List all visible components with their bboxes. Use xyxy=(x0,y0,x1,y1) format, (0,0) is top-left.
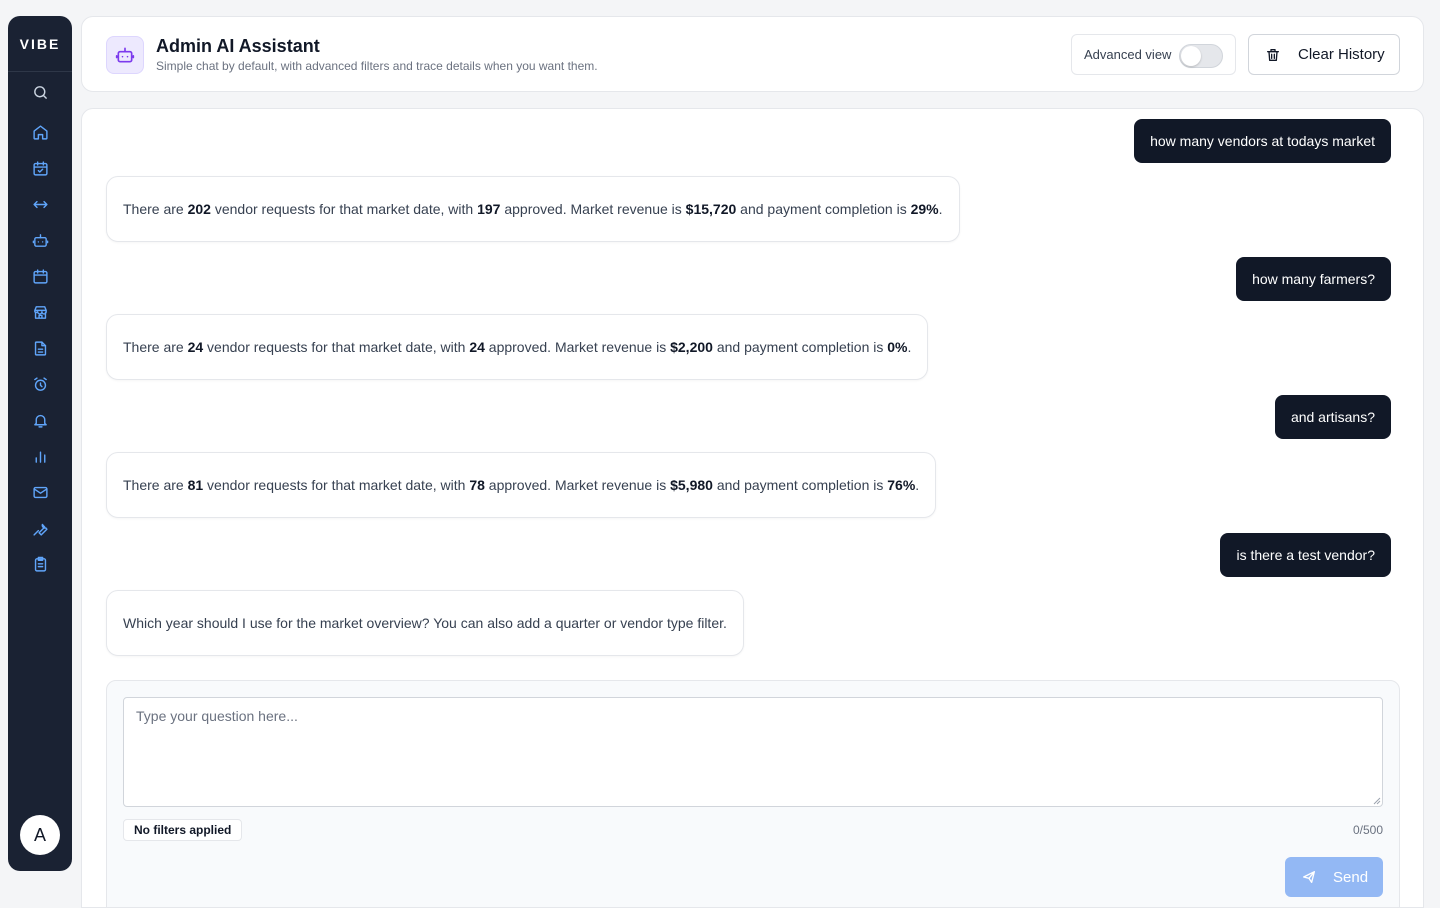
send-label: Send xyxy=(1333,868,1369,886)
character-count: 0/500 xyxy=(1352,823,1383,837)
send-button[interactable]: Send xyxy=(1285,857,1383,897)
page-subtitle: Simple chat by default, with advanced fi… xyxy=(156,59,598,73)
advanced-view-control: Advanced view xyxy=(1071,34,1236,75)
assistant-message: There are 24 vendor requests for that ma… xyxy=(106,314,929,380)
home-icon[interactable] xyxy=(20,118,60,146)
robot-icon xyxy=(106,36,144,74)
bell-icon[interactable] xyxy=(20,406,60,434)
wrench-icon[interactable] xyxy=(20,514,60,542)
resize-grip-icon[interactable] xyxy=(1373,797,1381,805)
advanced-view-label: Advanced view xyxy=(1084,47,1172,62)
filters-status-badge: No filters applied xyxy=(123,819,243,841)
user-message: is there a test vendor? xyxy=(1220,533,1391,577)
clear-history-label: Clear History xyxy=(1298,46,1385,63)
alarm-clock-icon[interactable] xyxy=(20,370,60,398)
sidebar: VIBE A xyxy=(8,16,72,871)
user-message: how many vendors at todays market xyxy=(1134,119,1391,163)
assistant-message: Which year should I use for the market o… xyxy=(106,590,744,656)
store-icon[interactable] xyxy=(20,298,60,326)
robot-icon[interactable] xyxy=(20,226,60,254)
composer: No filters applied 0/500 Send xyxy=(106,680,1400,907)
user-message: and artisans? xyxy=(1274,395,1391,439)
page-title: Admin AI Assistant xyxy=(156,36,320,56)
file-text-icon[interactable] xyxy=(20,334,60,362)
trash-icon xyxy=(1267,48,1279,61)
page-header: Admin AI Assistant Simple chat by defaul… xyxy=(81,16,1424,92)
assistant-message: There are 202 vendor requests for that m… xyxy=(106,176,960,242)
mail-icon[interactable] xyxy=(20,478,60,506)
assistant-message: There are 81 vendor requests for that ma… xyxy=(106,452,937,518)
question-input[interactable] xyxy=(123,697,1383,807)
send-icon xyxy=(1303,871,1315,883)
user-message: how many farmers? xyxy=(1236,257,1391,301)
search-icon[interactable] xyxy=(20,78,60,106)
arrows-horizontal-icon[interactable] xyxy=(20,190,60,218)
chat-panel: how many vendors at todays market There … xyxy=(81,108,1424,908)
calendar-icon[interactable] xyxy=(20,262,60,290)
avatar[interactable]: A xyxy=(20,815,60,855)
calendar-check-icon[interactable] xyxy=(20,154,60,182)
advanced-view-toggle[interactable] xyxy=(1179,44,1223,68)
clear-history-button[interactable]: Clear History xyxy=(1248,34,1400,75)
sidebar-nav xyxy=(8,72,72,582)
logo: VIBE xyxy=(8,16,72,72)
toggle-knob xyxy=(1181,46,1201,66)
bar-chart-icon[interactable] xyxy=(20,442,60,470)
clipboard-list-icon[interactable] xyxy=(20,550,60,578)
